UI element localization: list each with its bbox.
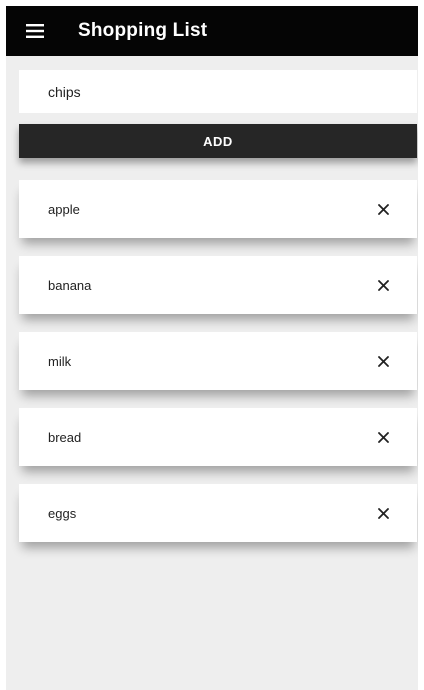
remove-item-button[interactable] bbox=[375, 277, 391, 293]
add-button[interactable]: ADD bbox=[19, 124, 417, 158]
list-item-label: milk bbox=[48, 353, 72, 369]
close-icon bbox=[377, 431, 389, 443]
list-item: bread bbox=[19, 408, 417, 466]
app-screen: Shopping List ADD apple banana milk bbox=[6, 6, 418, 690]
remove-item-button[interactable] bbox=[375, 429, 391, 445]
app-bar: Shopping List bbox=[6, 6, 418, 56]
close-icon bbox=[377, 507, 389, 519]
menu-button[interactable] bbox=[22, 21, 48, 41]
list-item: milk bbox=[19, 332, 417, 390]
close-icon bbox=[377, 355, 389, 367]
item-input-card bbox=[19, 70, 417, 113]
page-title: Shopping List bbox=[78, 20, 208, 41]
list-item: apple bbox=[19, 180, 417, 238]
shopping-list: apple banana milk bread eggs bbox=[19, 180, 417, 560]
list-item-label: bread bbox=[48, 429, 82, 445]
close-icon bbox=[377, 203, 389, 215]
close-icon bbox=[377, 279, 389, 291]
remove-item-button[interactable] bbox=[375, 505, 391, 521]
list-item-label: banana bbox=[48, 277, 92, 293]
list-item: eggs bbox=[19, 484, 417, 542]
list-item: banana bbox=[19, 256, 417, 314]
list-item-label: apple bbox=[48, 201, 80, 217]
list-item-label: eggs bbox=[48, 505, 77, 521]
hamburger-menu-icon bbox=[26, 24, 44, 38]
remove-item-button[interactable] bbox=[375, 201, 391, 217]
item-input[interactable] bbox=[19, 70, 417, 113]
remove-item-button[interactable] bbox=[375, 353, 391, 369]
